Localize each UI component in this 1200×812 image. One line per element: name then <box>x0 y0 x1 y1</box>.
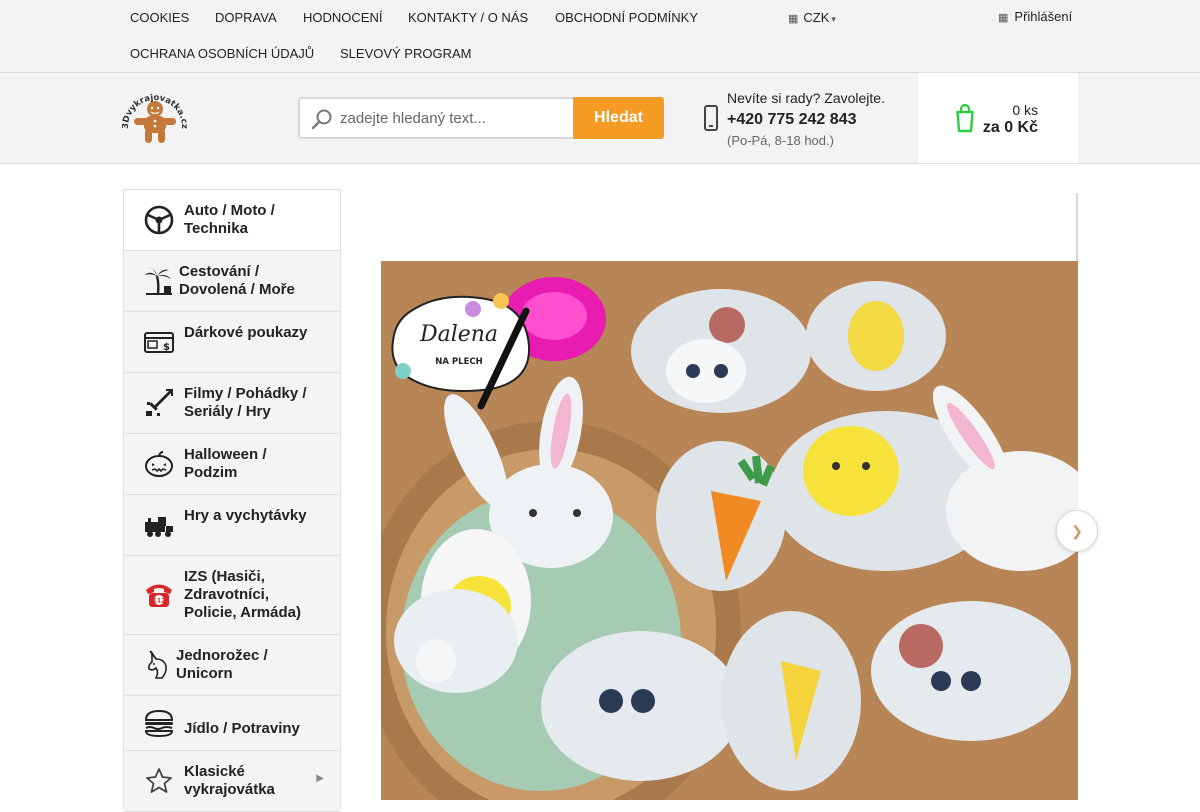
search-input[interactable] <box>340 99 568 137</box>
sidebar-item-label: Hry a vychytávky <box>184 507 307 524</box>
train-icon <box>145 517 173 537</box>
carousel-edge <box>1076 193 1078 263</box>
top-bar: COOKIES DOPRAVA HODNOCENÍ KONTAKTY / O N… <box>0 0 1200 73</box>
palm-tree-icon <box>145 268 172 295</box>
cookie-photo: Dalena NA PLECH <box>381 261 1078 800</box>
emergency-112-icon: 112 <box>146 584 172 607</box>
contact-hours: (Po-Pá, 8-18 hod.) <box>727 133 834 148</box>
search-box <box>298 97 574 139</box>
sidebar-item-filmy[interactable]: Filmy / Pohádky / Seriály / Hry <box>124 373 340 434</box>
steering-wheel-icon <box>144 205 174 235</box>
sidebar-item-label: Halloween / Podzim <box>184 446 267 481</box>
svg-text:112: 112 <box>153 598 166 605</box>
chevron-right-icon: ❯ <box>1071 523 1083 539</box>
sidebar-item-auto-moto[interactable]: Auto / Moto / Technika <box>124 190 340 251</box>
sidebar-item-label: Cestování / Dovolená / Moře <box>179 263 295 298</box>
currency-selector[interactable]: ▦ CZK ▾ <box>788 0 836 37</box>
svg-text:Dalena: Dalena <box>419 322 498 347</box>
sidebar-item-label: Jednorožec / Unicorn <box>176 647 268 682</box>
sidebar-item-label: Filmy / Pohádky / Seriály / Hry <box>184 385 307 420</box>
sidebar-item-cestovani[interactable]: Cestování / Dovolená / Moře <box>124 251 340 312</box>
sidebar-item-klasicke[interactable]: Klasické vykrajovátka ▶ <box>124 751 340 812</box>
currency-icon: ▦ <box>788 13 799 25</box>
svg-text:$: $ <box>163 342 170 353</box>
contact-question: Nevíte si rady? Zavolejte. <box>727 90 885 106</box>
contact-block: Nevíte si rady? Zavolejte. +420 775 242 … <box>700 89 910 149</box>
pixel-sword-icon <box>146 389 173 416</box>
sidebar-item-jednorozec[interactable]: Jednorožec / Unicorn <box>124 635 340 696</box>
sidebar-item-hry[interactable]: Hry a vychytávky <box>124 495 340 556</box>
search-icon <box>311 109 332 130</box>
unicorn-icon <box>148 650 167 679</box>
nav-link-obchodni-podminky[interactable]: OBCHODNÍ PODMÍNKY <box>543 0 710 35</box>
login-label: Přihlášení <box>1014 9 1073 24</box>
nav-link-doprava[interactable]: DOPRAVA <box>203 0 289 35</box>
star-cutter-icon <box>146 768 172 793</box>
pumpkin-icon <box>145 451 173 477</box>
chevron-right-icon[interactable]: ▶ <box>316 773 324 784</box>
nav-link-hodnoceni[interactable]: HODNOCENÍ <box>291 0 394 35</box>
cart-total: za 0 Kč <box>982 119 1038 136</box>
category-sidebar: Auto / Moto / Technika Cestování / Dovol… <box>123 189 341 812</box>
phone-number[interactable]: +420 775 242 843 <box>727 111 856 129</box>
burger-icon <box>144 709 174 738</box>
nav-link-cookies[interactable]: COOKIES <box>118 0 201 35</box>
search-button[interactable]: Hledat <box>573 97 664 139</box>
cart-icon <box>956 103 974 133</box>
nav-link-ochrana-udaju[interactable]: OCHRANA OSOBNÍCH ÚDAJŮ <box>118 36 326 71</box>
sidebar-item-label: Dárkové poukazy <box>184 324 308 341</box>
nav-link-slevovy-program[interactable]: SLEVOVÝ PROGRAM <box>328 36 483 71</box>
login-link[interactable]: ▦ Přihlášení <box>998 0 1072 35</box>
sidebar-item-izs[interactable]: 112 IZS (Hasiči, Zdravotníci, Policie, A… <box>124 556 340 635</box>
cart-count: 0 ks <box>1012 102 1038 118</box>
hero-banner-image[interactable]: Dalena NA PLECH <box>381 261 1078 800</box>
nav-link-kontakty[interactable]: KONTAKTY / O NÁS <box>396 0 540 35</box>
phone-icon <box>704 105 718 131</box>
search-form: Hledat <box>298 97 664 139</box>
sidebar-item-darkove-poukazy[interactable]: $ Dárkové poukazy <box>124 312 340 373</box>
voucher-icon: $ <box>144 332 174 353</box>
sidebar-item-label: Auto / Moto / Technika <box>184 202 275 237</box>
cart-widget[interactable]: 0 ks za 0 Kč <box>918 73 1078 163</box>
svg-text:NA PLECH: NA PLECH <box>435 357 482 367</box>
sidebar-item-label: Jídlo / Potraviny <box>184 720 300 737</box>
sidebar-item-label: IZS (Hasiči, Zdravotníci, Policie, Armád… <box>184 568 301 621</box>
chevron-down-icon: ▾ <box>831 14 836 24</box>
site-logo[interactable]: 3Dvykrajovatka.cz <box>121 87 189 149</box>
carousel-next-button[interactable]: ❯ <box>1056 510 1098 552</box>
sidebar-item-jidlo[interactable]: Jídlo / Potraviny <box>124 696 340 751</box>
currency-label: CZK <box>803 10 830 25</box>
sidebar-item-label: Klasické vykrajovátka <box>184 763 275 798</box>
header: 3Dvykrajovatka.cz Hledat Nevíte si rady?… <box>0 73 1200 164</box>
user-icon: ▦ <box>998 12 1009 24</box>
sidebar-item-halloween[interactable]: Halloween / Podzim <box>124 434 340 495</box>
